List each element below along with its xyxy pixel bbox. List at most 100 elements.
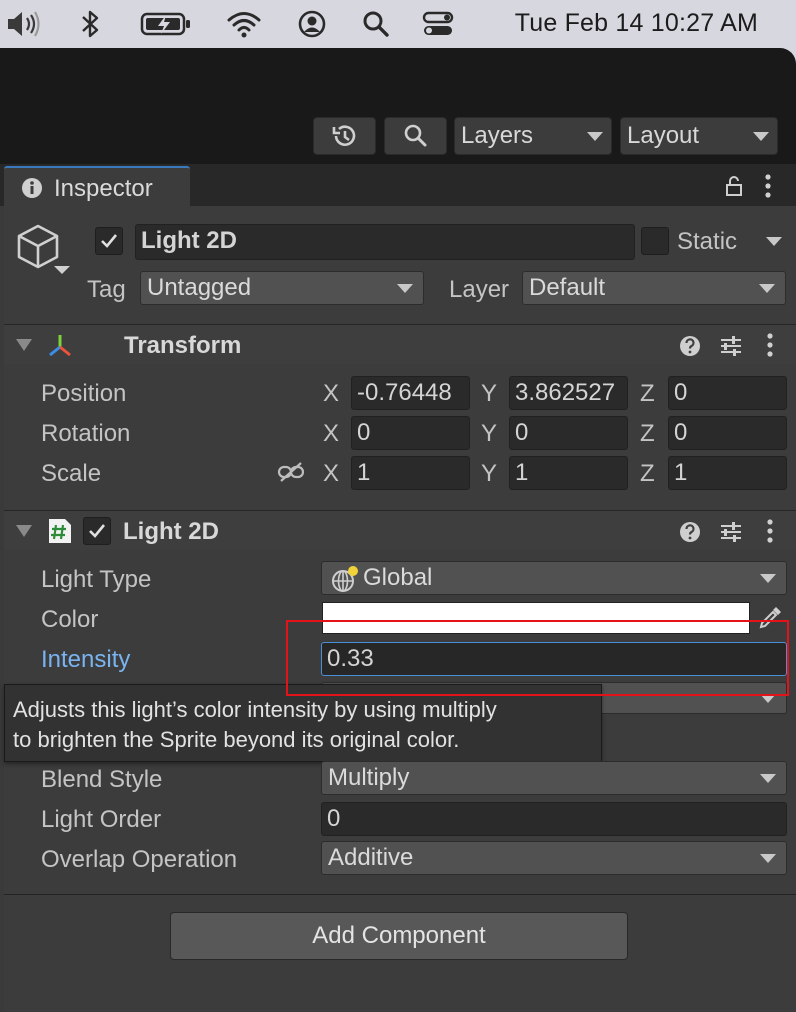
position-x-input[interactable]: -0.76448 (351, 376, 470, 410)
chevron-down-icon (760, 854, 776, 863)
search-icon[interactable] (358, 6, 394, 42)
scale-x-input[interactable]: 1 (351, 456, 470, 490)
overlap-operation-dropdown[interactable]: Additive (321, 841, 787, 875)
rotation-y-axis-label[interactable]: Y (481, 420, 497, 448)
constrain-proportions-link-icon[interactable] (276, 460, 306, 484)
user-icon[interactable] (294, 6, 330, 42)
transform-title: Transform (124, 332, 242, 359)
chevron-down-icon (760, 774, 776, 783)
script-icon (49, 519, 71, 543)
preset-settings-icon[interactable] (718, 520, 744, 544)
add-component-button[interactable]: Add Component (170, 912, 628, 960)
chevron-down-icon (759, 284, 775, 293)
rotation-z-axis-label[interactable]: Z (640, 420, 655, 448)
light-type-label: Light Type (41, 566, 152, 593)
volume-icon[interactable] (4, 6, 40, 42)
rotation-x-axis-label[interactable]: X (323, 420, 339, 448)
overlap-operation-label: Overlap Operation (41, 846, 238, 873)
window-corner (776, 48, 796, 68)
tag-value: Untagged (147, 274, 252, 301)
wifi-icon[interactable] (226, 6, 262, 42)
more-options-icon[interactable] (758, 517, 782, 545)
layers-label: Layers (461, 122, 534, 149)
scale-label: Scale (41, 460, 102, 487)
scale-z-axis-label[interactable]: Z (640, 460, 655, 488)
object-name-input[interactable]: Light 2D (135, 224, 635, 260)
active-checkbox[interactable] (95, 227, 123, 255)
position-y-input[interactable]: 3.862527 (509, 376, 628, 410)
blend-style-label: Blend Style (41, 766, 163, 793)
tag-dropdown[interactable]: Untagged (140, 271, 424, 305)
search-button[interactable] (384, 117, 447, 155)
static-dropdown-chevron-icon[interactable] (766, 237, 782, 246)
menu-bar: Tue Feb 14 10:27 AM (0, 0, 796, 48)
checkmark-icon (89, 524, 106, 538)
more-options-icon[interactable] (756, 172, 780, 200)
light-type-dropdown[interactable]: Global (321, 561, 787, 595)
chevron-down-icon (753, 132, 769, 141)
color-label: Color (41, 606, 99, 633)
help-icon[interactable] (678, 334, 702, 358)
control-center-icon[interactable] (420, 6, 456, 42)
more-options-icon[interactable] (758, 331, 782, 359)
position-z-axis-label[interactable]: Z (640, 380, 655, 408)
rotation-label: Rotation (41, 420, 131, 447)
scale-z-input[interactable]: 1 (668, 456, 787, 490)
light2d-title: Light 2D (123, 518, 219, 545)
blend-style-value: Multiply (328, 764, 410, 791)
scale-z-value: 1 (674, 459, 688, 486)
tag-label: Tag (87, 276, 126, 303)
transform-header[interactable]: Transform (4, 324, 796, 364)
light-order-label: Light Order (41, 806, 162, 833)
position-z-value: 0 (674, 379, 688, 406)
tab-inspector[interactable]: Inspector (4, 166, 190, 206)
overlap-operation-value: Additive (328, 844, 414, 871)
scale-y-value: 1 (515, 459, 529, 486)
global-light-icon (332, 566, 358, 592)
intensity-label: Intensity (41, 646, 131, 673)
scale-x-value: 1 (357, 459, 371, 486)
scale-y-axis-label[interactable]: Y (481, 460, 497, 488)
help-icon[interactable] (678, 520, 702, 544)
blend-style-dropdown[interactable]: Multiply (321, 761, 787, 795)
position-z-input[interactable]: 0 (668, 376, 787, 410)
bluetooth-icon[interactable] (73, 6, 109, 42)
layer-label: Layer (449, 276, 510, 303)
static-checkbox[interactable] (641, 227, 669, 255)
battery-charging-icon[interactable] (139, 6, 195, 42)
tooltip-line-2: to brighten the Sprite beyond its origin… (13, 727, 460, 752)
preset-settings-icon[interactable] (718, 334, 744, 358)
tooltip-line-1: Adjusts this light’s color intensity by … (13, 697, 497, 722)
position-y-axis-label[interactable]: Y (481, 380, 497, 408)
lock-icon[interactable] (722, 174, 746, 198)
layout-dropdown[interactable]: Layout (620, 117, 778, 155)
tab-inspector-label: Inspector (54, 175, 153, 202)
collapse-triangle-icon[interactable] (16, 339, 32, 351)
layers-dropdown[interactable]: Layers (454, 117, 612, 155)
scale-y-input[interactable]: 1 (509, 456, 628, 490)
rotation-x-value: 0 (357, 419, 371, 446)
position-x-axis-label[interactable]: X (323, 380, 339, 408)
light-order-value: 0 (327, 805, 341, 832)
gameobject-cube-icon[interactable] (14, 222, 74, 280)
rotation-x-input[interactable]: 0 (351, 416, 470, 450)
history-button[interactable] (313, 117, 376, 155)
position-x-value: -0.76448 (357, 379, 452, 406)
checkmark-icon (101, 234, 118, 248)
rotation-z-input[interactable]: 0 (668, 416, 787, 450)
search-icon (404, 124, 426, 147)
object-name: Light 2D (141, 227, 237, 254)
component-divider (4, 894, 796, 895)
light-order-input[interactable]: 0 (321, 802, 787, 836)
light2d-header[interactable]: Light 2D (4, 510, 796, 550)
menubar-clock[interactable]: Tue Feb 14 10:27 AM (515, 9, 758, 38)
chevron-down-icon (587, 132, 603, 141)
rotation-y-input[interactable]: 0 (509, 416, 628, 450)
layer-value: Default (529, 274, 606, 301)
scale-x-axis-label[interactable]: X (323, 460, 339, 488)
layer-dropdown[interactable]: Default (522, 271, 786, 305)
position-label: Position (41, 380, 127, 407)
collapse-triangle-icon[interactable] (16, 525, 32, 537)
transform-axes-icon (49, 335, 71, 357)
light2d-enabled-checkbox[interactable] (83, 517, 111, 545)
